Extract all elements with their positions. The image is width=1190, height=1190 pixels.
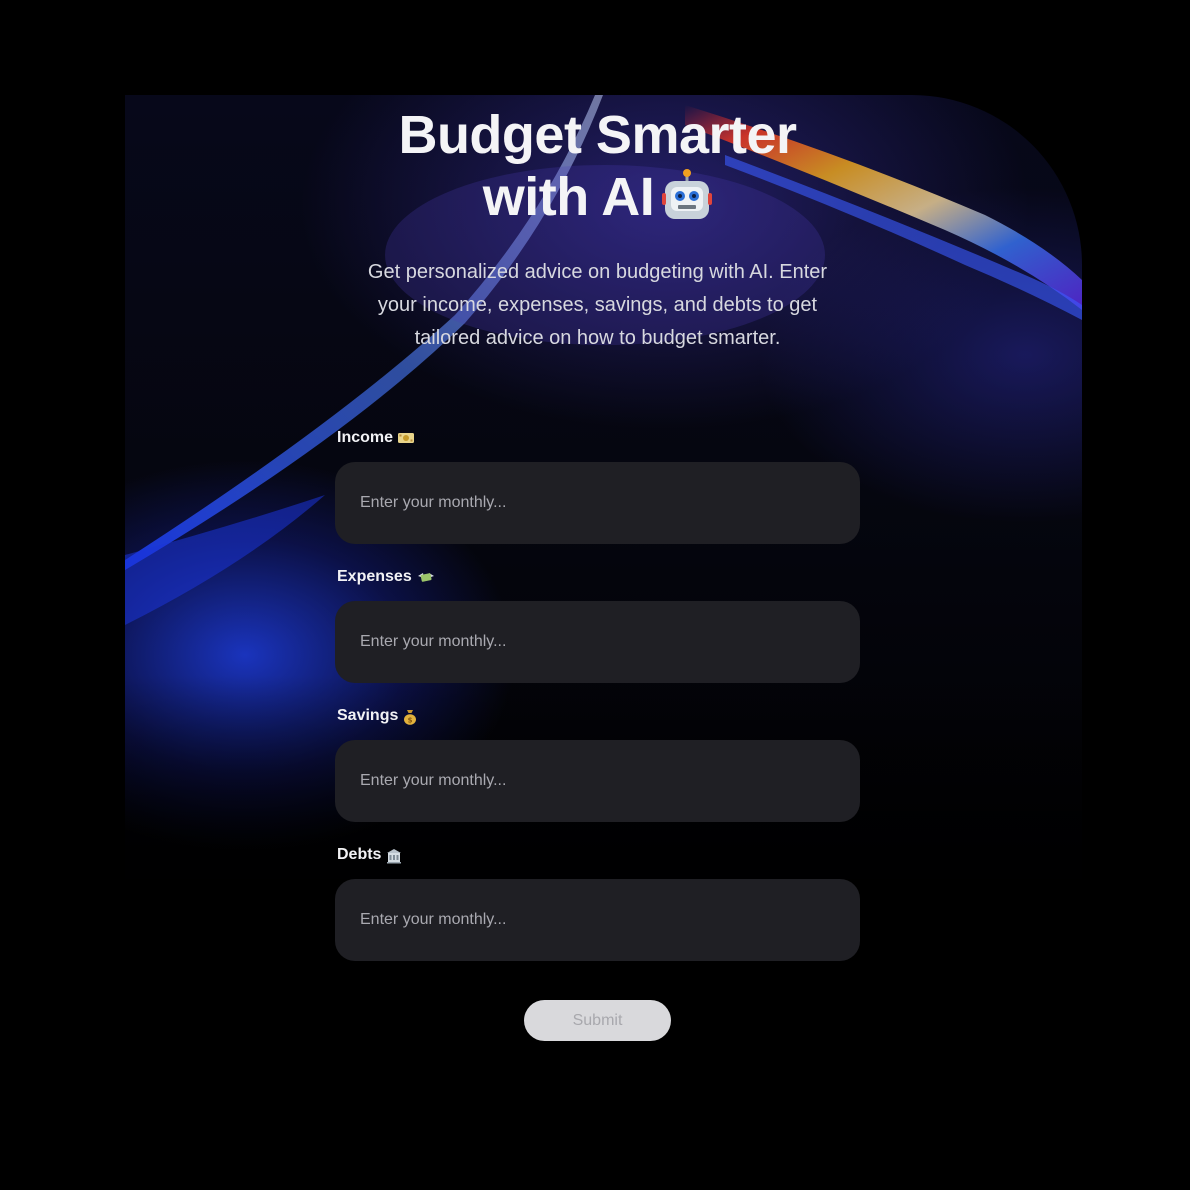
expenses-label-text: Expenses bbox=[337, 568, 412, 585]
expenses-input[interactable] bbox=[335, 601, 860, 683]
budget-form-page: Budget Smarter with AI Get personalized … bbox=[0, 0, 1190, 1190]
page-description: Get personalized advice on budgeting wit… bbox=[367, 261, 828, 349]
debts-label: Debts bbox=[337, 845, 402, 865]
income-label-text: Income bbox=[337, 429, 394, 446]
title-line-2: with AI bbox=[482, 167, 655, 227]
debts-input[interactable] bbox=[335, 879, 860, 961]
app-screen: Budget Smarter with AI Get personalized … bbox=[0, 0, 1190, 1190]
money-bag-icon: $ bbox=[403, 709, 419, 725]
svg-text:$: $ bbox=[408, 717, 413, 725]
income-label: Income bbox=[337, 428, 415, 448]
income-input[interactable] bbox=[335, 462, 860, 544]
expenses-label: Expenses bbox=[337, 567, 434, 587]
money-with-wings-icon bbox=[417, 570, 434, 584]
debts-label-text: Debts bbox=[337, 846, 382, 863]
money-bill-icon bbox=[398, 431, 415, 445]
title-line-1: Budget Smarter bbox=[398, 105, 797, 165]
bank-icon bbox=[386, 848, 402, 864]
page-title: Budget Smarter with AI bbox=[300, 104, 895, 234]
submit-button[interactable]: Submit bbox=[524, 1000, 671, 1041]
savings-label: Savings $ bbox=[337, 706, 419, 726]
savings-input[interactable] bbox=[335, 740, 860, 822]
savings-label-text: Savings bbox=[337, 707, 399, 724]
robot-icon bbox=[662, 169, 713, 234]
